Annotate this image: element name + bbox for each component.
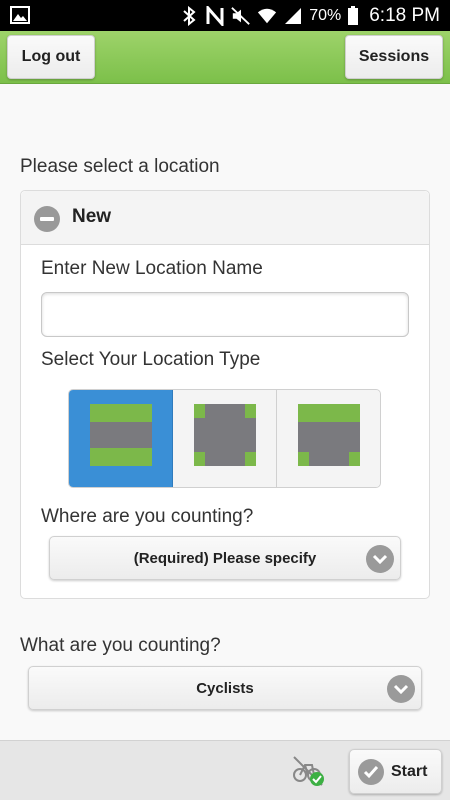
footer-bar: Start [0, 740, 450, 800]
where-counting-select[interactable]: (Required) Please specify [49, 536, 401, 580]
straight-road-icon [90, 404, 152, 466]
battery-icon [347, 5, 359, 26]
start-button[interactable]: Start [349, 749, 442, 794]
nfc-icon [205, 5, 225, 26]
location-type-label: Select Your Location Type [41, 349, 261, 370]
what-counting-select[interactable]: Cyclists [28, 666, 422, 710]
location-type-selector [68, 389, 381, 488]
straight-road-option[interactable] [69, 390, 173, 487]
image-icon [10, 6, 30, 24]
t-intersection-option[interactable] [277, 390, 380, 487]
where-counting-label: Where are you counting? [41, 506, 254, 527]
mute-icon [231, 6, 251, 26]
app-header: Log out Sessions [0, 31, 450, 84]
select-location-label: Please select a location [20, 156, 220, 177]
bluetooth-icon [179, 5, 199, 26]
four-way-intersection-icon [194, 404, 256, 466]
what-counting-label: What are you counting? [20, 635, 221, 656]
start-button-label: Start [391, 763, 428, 780]
logout-button[interactable]: Log out [7, 35, 95, 79]
t-intersection-icon [298, 404, 360, 466]
chevron-down-icon [366, 545, 394, 573]
where-counting-value: (Required) Please specify [133, 549, 317, 567]
sessions-button[interactable]: Sessions [345, 35, 443, 79]
signal-icon [283, 6, 303, 26]
wifi-icon [257, 6, 277, 26]
panel-title: New [72, 206, 112, 227]
clock: 6:18 PM [369, 4, 440, 26]
four-way-intersection-option[interactable] [173, 390, 277, 487]
collapse-minus-icon[interactable] [34, 206, 60, 232]
location-name-input[interactable] [41, 292, 409, 337]
chevron-down-icon [387, 675, 415, 703]
new-location-panel-header[interactable]: New [21, 191, 429, 245]
check-icon [358, 759, 384, 785]
location-name-label: Enter New Location Name [41, 258, 263, 279]
bike-status-icon [292, 755, 326, 787]
what-counting-value: Cyclists [196, 679, 254, 697]
status-bar: 70% 6:18 PM [0, 0, 450, 31]
battery-percent: 70% [309, 6, 342, 24]
